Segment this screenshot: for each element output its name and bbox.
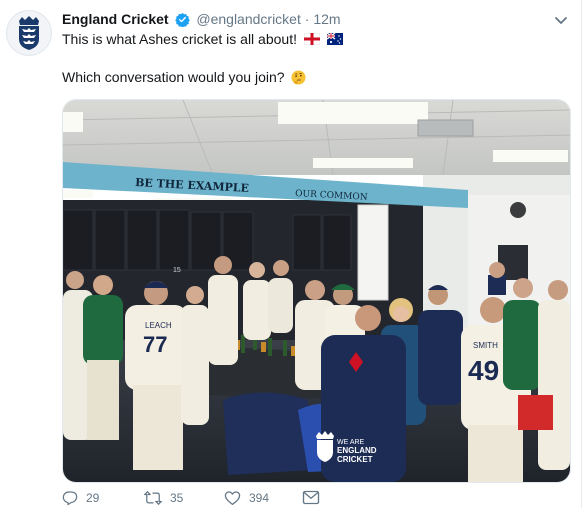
timestamp[interactable]: 12m (313, 11, 340, 27)
heart-icon (224, 491, 241, 506)
reply-button[interactable]: 29 (62, 490, 99, 506)
england-cricket-crest-icon (19, 16, 39, 50)
tweet-photo[interactable]: BE THE EXAMPLE OUR COMMON 15 LEACH 77 SM… (62, 99, 571, 483)
tweet-line-2: Which conversation would you join? (62, 68, 562, 87)
handle[interactable]: @englandcricket (196, 11, 301, 27)
reply-count: 29 (86, 491, 100, 505)
tweet-card[interactable]: England Cricket @englandcricket · 12m Th… (0, 0, 582, 508)
shirt-name-leach: LEACH (145, 321, 172, 330)
shirt-number-smith: 49 (468, 355, 499, 386)
reply-icon (62, 491, 78, 506)
chevron-down-icon[interactable] (553, 12, 569, 28)
tweet-line-2-text: Which conversation would you join? (62, 69, 285, 85)
shirt-name-smith: SMITH (473, 341, 498, 350)
verified-badge-icon (175, 12, 191, 27)
dressing-room-scene: BE THE EXAMPLE OUR COMMON 15 LEACH 77 SM… (63, 100, 570, 482)
australia-flag-icon (326, 33, 343, 45)
england-flag-icon (303, 33, 320, 45)
like-button[interactable]: 394 (224, 490, 269, 506)
retweet-icon (144, 491, 162, 505)
like-count: 394 (249, 491, 270, 505)
envelope-icon (302, 490, 320, 505)
shirt-number-leach: 77 (143, 332, 167, 357)
watermark-line-3: CRICKET (337, 455, 373, 464)
retweet-count: 35 (170, 491, 184, 505)
tweet-text: This is what Ashes cricket is all about! (62, 30, 562, 87)
separator: · (304, 11, 310, 27)
avatar[interactable] (6, 10, 52, 56)
watermark-line-2: ENGLAND (337, 446, 377, 455)
tweet-line-1: This is what Ashes cricket is all about! (62, 30, 562, 49)
display-name[interactable]: England Cricket (62, 11, 169, 27)
watermark-line-1: WE ARE (337, 439, 365, 446)
retweet-button[interactable]: 35 (144, 490, 183, 506)
tweet-line-1-text: This is what Ashes cricket is all about! (62, 31, 297, 47)
locker-number: 15 (173, 267, 181, 274)
direct-message-button[interactable] (302, 490, 328, 505)
tweet-header: England Cricket @englandcricket · 12m (62, 10, 341, 28)
thinking-face-icon (291, 70, 306, 85)
